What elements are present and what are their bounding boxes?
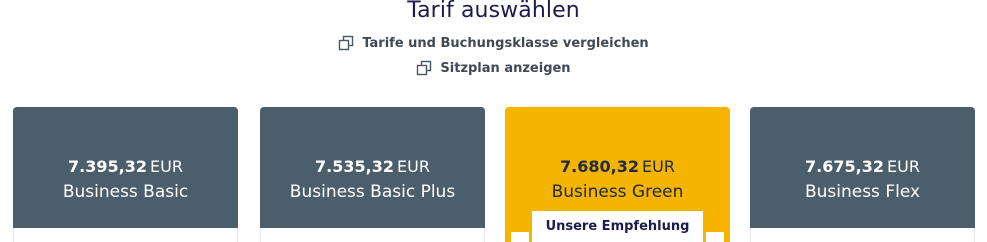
fare-currency: EUR xyxy=(150,157,183,176)
fare-card-header: 7.395,32 EUR Business Basic xyxy=(13,107,238,228)
seatmap-label: Sitzplan anzeigen xyxy=(440,60,571,76)
fare-amount: 7.395,32 xyxy=(68,157,147,176)
fare-card-header: 7.535,32 EUR Business Basic Plus xyxy=(260,107,485,228)
fare-amount: 7.680,32 xyxy=(560,157,639,176)
fare-card-body xyxy=(750,228,975,242)
open-window-icon xyxy=(339,35,354,51)
fare-name: Business Basic Plus xyxy=(289,182,456,202)
fare-card-business-basic[interactable]: 7.395,32 EUR Business Basic xyxy=(13,107,238,242)
compare-fares-label: Tarife und Buchungsklasse vergleichen xyxy=(362,35,649,51)
fare-currency: EUR xyxy=(887,157,920,176)
fare-card-header: 7.680,32 EUR Business Green xyxy=(505,107,730,228)
fare-name: Business Flex xyxy=(804,182,921,202)
fare-amount: 7.675,32 xyxy=(805,157,884,176)
fare-card-business-flex[interactable]: 7.675,32 EUR Business Flex xyxy=(750,107,975,242)
fare-card-body xyxy=(13,228,238,242)
recommendation-badge: Unsere Empfehlung xyxy=(532,211,703,242)
fare-card-header: 7.675,32 EUR Business Flex xyxy=(750,107,975,228)
fare-card-business-basic-plus[interactable]: 7.535,32 EUR Business Basic Plus xyxy=(260,107,485,242)
fare-price: 7.395,32 EUR xyxy=(13,157,238,177)
badge-notch-left xyxy=(511,232,529,242)
badge-notch-right xyxy=(706,232,724,242)
fare-currency: EUR xyxy=(642,157,675,176)
fare-name: Business Basic xyxy=(62,182,189,202)
compare-link-row: Tarife und Buchungsklasse vergleichen xyxy=(0,35,987,51)
fare-price: 7.535,32 EUR xyxy=(260,157,485,177)
fare-name: Business Green xyxy=(551,182,684,202)
seatmap-link-row: Sitzplan anzeigen xyxy=(0,60,987,76)
fare-price: 7.675,32 EUR xyxy=(750,157,975,177)
compare-fares-link[interactable]: Tarife und Buchungsklasse vergleichen xyxy=(338,35,649,51)
fare-price: 7.680,32 EUR xyxy=(505,157,730,177)
seatmap-link[interactable]: Sitzplan anzeigen xyxy=(416,60,571,76)
fare-currency: EUR xyxy=(397,157,430,176)
page-title: Tarif auswählen xyxy=(407,0,580,23)
open-window-icon xyxy=(417,60,432,76)
fare-card-body xyxy=(260,228,485,242)
fare-selection-page: Tarif auswählen Tarife und Buchungsklass… xyxy=(0,0,987,242)
fare-amount: 7.535,32 xyxy=(315,157,394,176)
